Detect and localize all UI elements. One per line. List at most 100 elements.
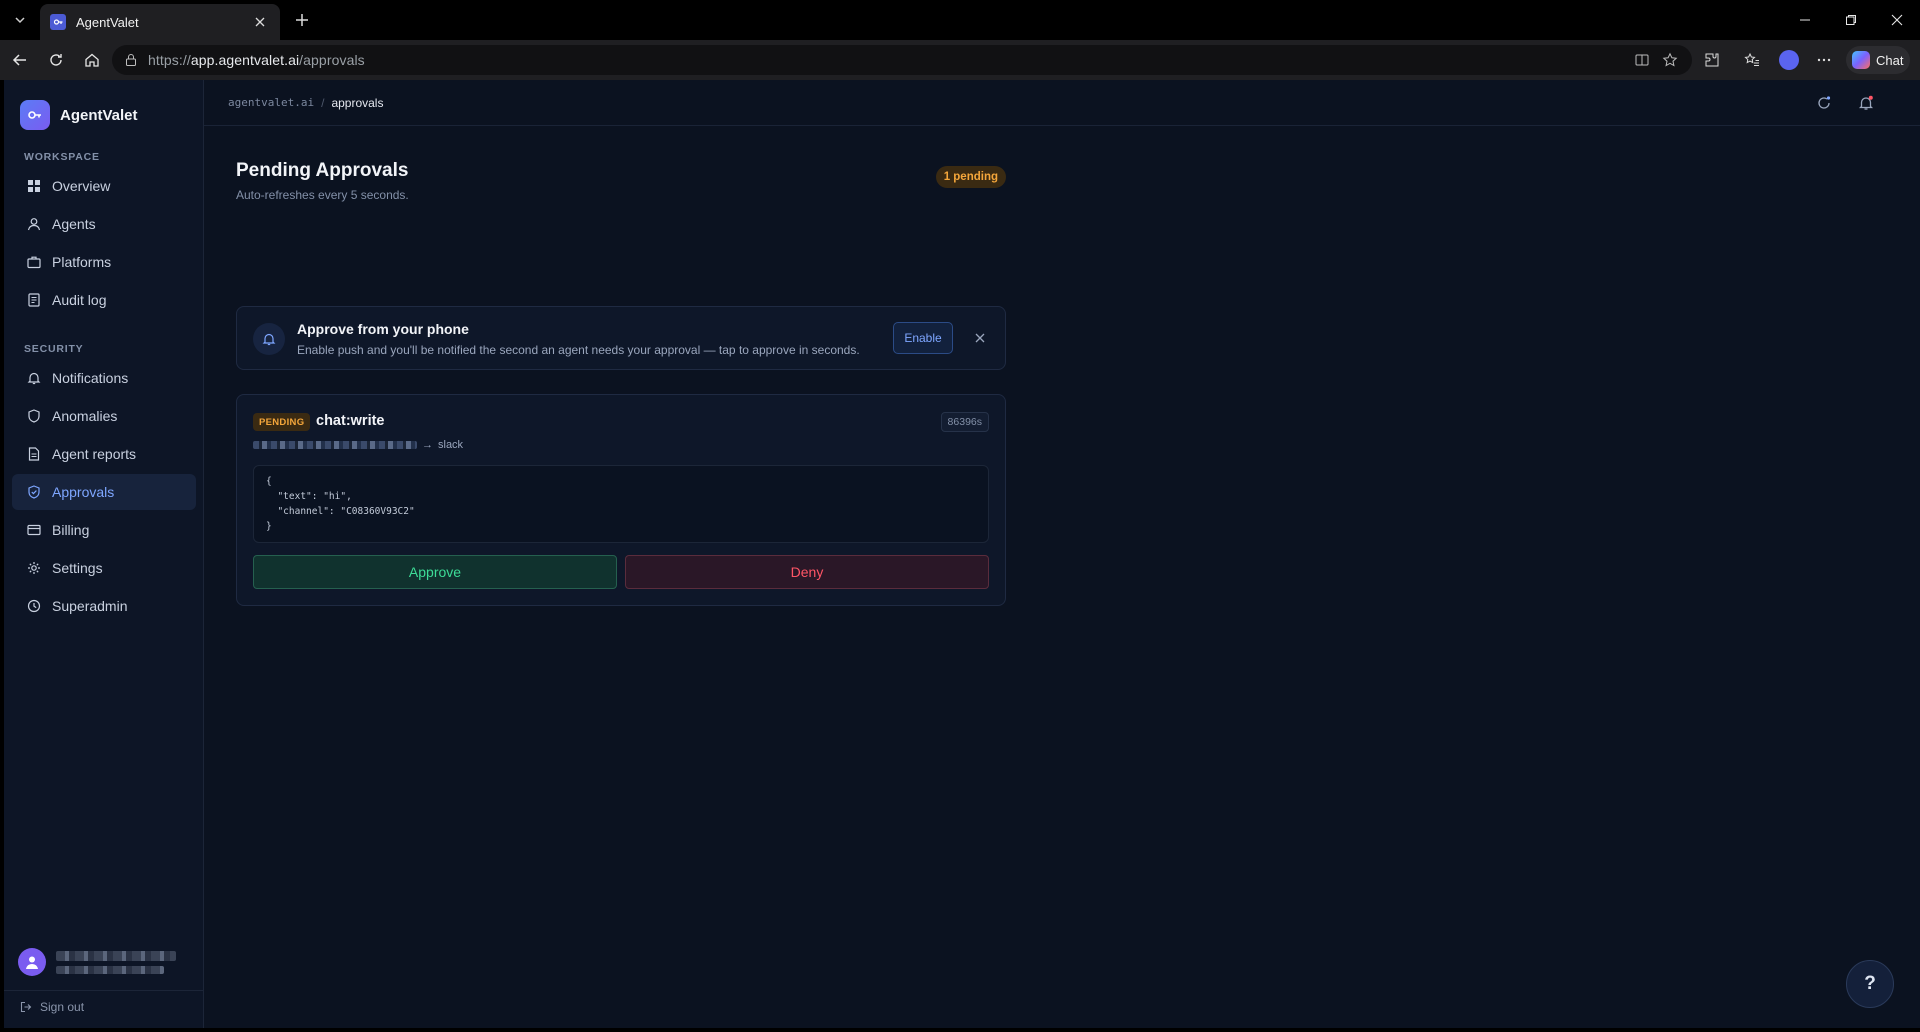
bell-icon [253,323,285,355]
favorites-icon[interactable] [1740,48,1764,72]
sidebar-item-settings[interactable]: Settings [12,550,196,586]
approval-request-card: PENDING chat:write 86396s → slack { "tex… [236,394,1006,606]
sidebar-item-label: Notifications [52,370,129,386]
shield-icon [26,408,42,424]
security-section-label: SECURITY [24,343,84,355]
push-notification-prompt: Approve from your phone Enable push and … [236,306,1006,370]
clock-icon [26,598,42,614]
breadcrumb-root[interactable]: agentvalet.ai [228,96,314,109]
sidebar-item-label: Billing [52,522,90,538]
sidebar-item-label: Agent reports [52,446,137,462]
url-text: https://app.agentvalet.ai/approvals [148,52,365,68]
new-tab-button[interactable] [288,8,316,32]
main-content: Pending Approvals Auto-refreshes every 5… [236,160,1006,606]
sidebar-item-audit-log[interactable]: Audit log [12,282,196,318]
redacted-agent-name [253,441,417,449]
brand[interactable]: AgentValet [20,100,138,130]
browser-tab[interactable]: AgentValet [40,4,280,40]
user-profile[interactable] [18,942,190,982]
help-button[interactable]: ? [1846,960,1894,1008]
avatar [18,948,46,976]
plus-icon [296,14,308,26]
approve-button[interactable]: Approve [253,555,617,589]
close-icon [975,333,985,343]
workspace-section-label: WORKSPACE [24,151,100,163]
minimize-window-button[interactable] [1782,0,1828,40]
page-title: Pending Approvals [236,160,409,181]
sidebar-item-notifications[interactable]: Notifications [12,360,196,396]
profile-avatar-icon [1779,50,1799,70]
status-badge: PENDING [253,413,311,431]
sidebar-item-label: Approvals [52,484,115,500]
dismiss-prompt-button[interactable] [969,327,991,349]
breadcrumb-separator: / [321,95,325,110]
tab-title: AgentValet [76,14,139,30]
sign-out-icon [20,1001,32,1013]
sidebar-item-overview[interactable]: Overview [12,168,196,204]
site-info-icon[interactable] [124,53,138,67]
sidebar-item-label: Platforms [52,254,112,270]
refresh-status-icon[interactable] [1812,91,1836,115]
agentvalet-favicon-icon [50,14,66,30]
redacted-user-email [56,965,164,974]
copilot-chat-button[interactable]: Chat [1846,46,1910,74]
approval-scope: chat:write [316,413,385,429]
close-window-button[interactable] [1874,0,1920,40]
chat-label: Chat [1876,52,1904,68]
browser-toolbar: https://app.agentvalet.ai/approvals Chat [0,40,1920,80]
sidebar-item-platforms[interactable]: Platforms [12,244,196,280]
address-bar[interactable]: https://app.agentvalet.ai/approvals [112,45,1692,75]
breadcrumb: agentvalet.ai / approvals [228,96,383,110]
briefcase-icon [26,254,42,270]
chevron-down-icon [15,17,25,24]
document-icon [26,292,42,308]
split-screen-icon[interactable] [1630,48,1654,72]
restore-icon [1846,15,1856,25]
refresh-icon [50,54,62,66]
sidebar-item-anomalies[interactable]: Anomalies [12,398,196,434]
user-icon [26,216,42,232]
extensions-icon[interactable] [1700,48,1724,72]
gear-icon [26,560,42,576]
tab-list-button[interactable] [6,8,34,32]
close-icon [1891,14,1903,26]
document-icon [26,446,42,462]
shield-check-icon [26,484,42,500]
redacted-user-name [56,950,176,961]
reload-button[interactable] [42,48,70,72]
card-icon [26,522,42,538]
sidebar-item-label: Audit log [52,292,107,308]
push-prompt-title: Approve from your phone [297,321,469,337]
sidebar-item-label: Superadmin [52,598,128,614]
more-options-icon[interactable] [1812,48,1836,72]
sidebar-item-label: Settings [52,560,103,576]
favorite-star-icon[interactable] [1658,48,1682,72]
sidebar-item-approvals[interactable]: Approvals [12,474,196,510]
enable-push-button[interactable]: Enable [893,322,953,354]
grid-icon [26,178,42,194]
sidebar: AgentValet WORKSPACE Overview Agents Pla… [4,80,204,1028]
deny-button[interactable]: Deny [625,555,989,589]
request-payload: { "text": "hi", "channel": "C08360V93C2"… [253,465,989,543]
sidebar-item-agents[interactable]: Agents [12,206,196,242]
sidebar-item-billing[interactable]: Billing [12,512,196,548]
browser-tab-strip: AgentValet [0,0,1920,40]
back-button[interactable] [6,48,34,72]
restore-window-button[interactable] [1828,0,1874,40]
sidebar-item-label: Anomalies [52,408,118,424]
breadcrumb-current: approvals [331,95,384,110]
top-bar: agentvalet.ai / approvals [204,80,1920,126]
app-root: AgentValet WORKSPACE Overview Agents Pla… [4,80,1920,1028]
sidebar-item-superadmin[interactable]: Superadmin [12,588,196,624]
close-tab-icon[interactable] [250,12,270,32]
user-avatar-icon [26,956,38,969]
copilot-icon [1852,51,1870,69]
push-prompt-description: Enable push and you'll be notified the s… [297,343,860,357]
profile-button[interactable] [1777,48,1801,72]
sign-out-button[interactable]: Sign out [20,1000,84,1014]
sidebar-item-label: Overview [52,178,111,194]
bell-icon [26,370,42,386]
home-button[interactable] [78,48,106,72]
notifications-bell-icon[interactable] [1854,91,1878,115]
sidebar-item-agent-reports[interactable]: Agent reports [12,436,196,472]
